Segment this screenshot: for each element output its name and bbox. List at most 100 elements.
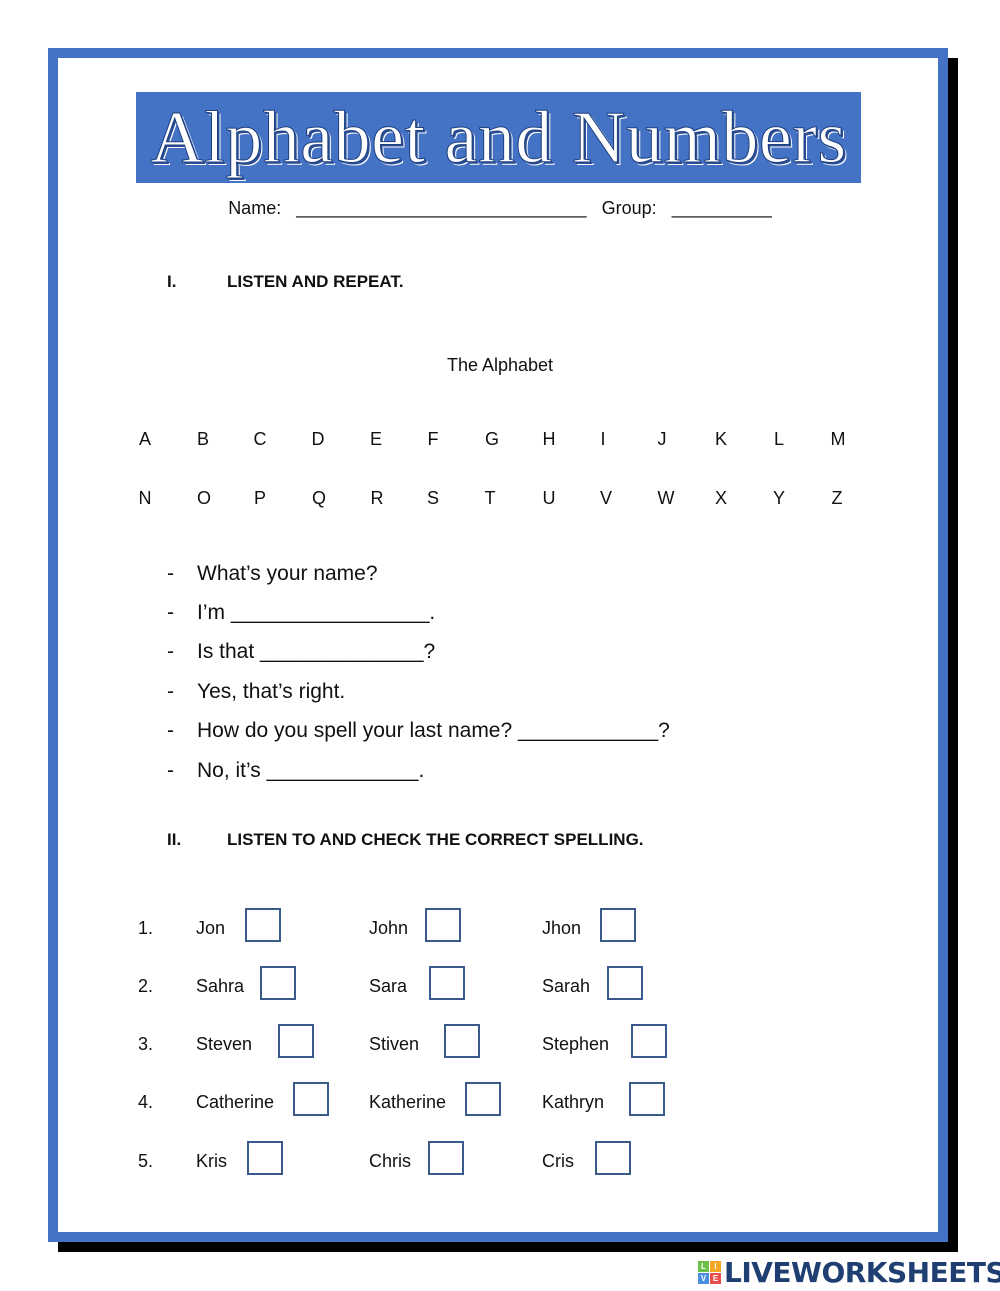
spelling-checkbox[interactable] bbox=[260, 966, 296, 1000]
alphabet-letter: O bbox=[196, 488, 212, 508]
section-2-heading: II. LISTEN TO AND CHECK THE CORRECT SPELL… bbox=[167, 830, 644, 850]
item-number: 1. bbox=[138, 918, 154, 938]
alphabet-letter: C bbox=[253, 429, 267, 449]
section-2-number: II. bbox=[167, 830, 182, 849]
spelling-checkbox[interactable] bbox=[428, 1141, 464, 1175]
alphabet-letter: U bbox=[542, 488, 556, 508]
spelling-option-label: John bbox=[369, 918, 409, 938]
alphabet-letter: K bbox=[714, 429, 728, 449]
spelling-option-label: Kris bbox=[196, 1151, 227, 1171]
spelling-checkbox[interactable] bbox=[444, 1024, 480, 1058]
dialog-text: Yes, that’s right. bbox=[197, 679, 346, 703]
dialog-line: - What’s your name? bbox=[167, 554, 670, 593]
name-label: Name: bbox=[228, 198, 282, 218]
spelling-option-label: Katherine bbox=[369, 1092, 447, 1112]
item-number: 2. bbox=[138, 976, 154, 996]
alphabet-letter: L bbox=[773, 429, 785, 449]
spelling-checkbox[interactable] bbox=[247, 1141, 283, 1175]
spelling-option-label: Sarah bbox=[542, 976, 591, 996]
dialog-line: - Is that ______________? bbox=[167, 633, 670, 672]
alphabet-letter: T bbox=[484, 488, 496, 508]
dialog-line: - I’m _________________. bbox=[167, 593, 670, 632]
spelling-item: 4. Catherine Katherine Kathryn bbox=[0, 1082, 1000, 1128]
logo-icon-tile: L bbox=[698, 1261, 709, 1272]
alphabet-letter: F bbox=[427, 429, 439, 449]
logo-icon-tile: I bbox=[710, 1261, 721, 1272]
alphabet-letter: V bbox=[599, 488, 613, 508]
alphabet-letter: G bbox=[484, 429, 500, 449]
dialog-line: - How do you spell your last name? ______… bbox=[167, 712, 670, 751]
bullet-dash: - bbox=[167, 679, 174, 703]
alphabet-letter: R bbox=[370, 488, 384, 508]
spelling-checkbox[interactable] bbox=[607, 966, 643, 1000]
spelling-checkbox[interactable] bbox=[278, 1024, 314, 1058]
title-banner: Alphabet and Numbers bbox=[136, 92, 861, 183]
spelling-checkbox[interactable] bbox=[600, 908, 636, 942]
spelling-item: 1. Jon John Jhon bbox=[0, 908, 1000, 954]
alphabet-letter: N bbox=[138, 488, 152, 508]
spelling-item: 2. Sahra Sara Sarah bbox=[0, 966, 1000, 1012]
alphabet-letter: J bbox=[657, 429, 667, 449]
bullet-dash: - bbox=[167, 640, 174, 664]
dialog-line: - No, it’s _____________. bbox=[167, 751, 670, 790]
liveworksheets-logo: LIVE LIVEWORKSHEETS bbox=[698, 1256, 1000, 1289]
spelling-checkbox[interactable] bbox=[629, 1082, 665, 1116]
spelling-checkbox[interactable] bbox=[465, 1082, 501, 1116]
group-field[interactable]: __________ bbox=[672, 198, 772, 218]
section-1-number: I. bbox=[167, 272, 177, 291]
alphabet-letter: E bbox=[369, 429, 383, 449]
spelling-item: 3. Steven Stiven Stephen bbox=[0, 1024, 1000, 1070]
group-label: Group: bbox=[601, 198, 657, 218]
alphabet-letter: B bbox=[196, 429, 210, 449]
spelling-checkbox[interactable] bbox=[631, 1024, 667, 1058]
name-field[interactable]: _____________________________ bbox=[296, 198, 586, 218]
bullet-dash: - bbox=[167, 758, 174, 782]
alphabet-letter: A bbox=[138, 429, 152, 449]
bullet-dash: - bbox=[167, 601, 174, 625]
alphabet-letter: Y bbox=[772, 488, 786, 508]
bullet-dash: - bbox=[167, 719, 174, 743]
spelling-checkbox[interactable] bbox=[425, 908, 461, 942]
page-title: Alphabet and Numbers bbox=[150, 96, 847, 179]
logo-icon-tile: E bbox=[710, 1273, 721, 1284]
section-1-heading: I. LISTEN AND REPEAT. bbox=[167, 272, 404, 292]
spelling-option-label: Jhon bbox=[542, 918, 582, 938]
live-icon: LIVE bbox=[698, 1261, 721, 1284]
dialog-line: - Yes, that’s right. bbox=[167, 672, 670, 711]
bullet-dash: - bbox=[167, 561, 174, 585]
spelling-item: 5. Kris Chris Cris bbox=[0, 1141, 1000, 1187]
dialog-text: How do you spell your last name? _______… bbox=[197, 719, 670, 743]
dialog-text: I’m _________________. bbox=[197, 601, 436, 625]
spelling-option-label: Chris bbox=[369, 1151, 412, 1171]
alphabet-letter: M bbox=[830, 429, 846, 449]
spelling-option-label: Jon bbox=[196, 918, 226, 938]
spelling-option-label: Sahra bbox=[196, 976, 245, 996]
alphabet-letter: H bbox=[542, 429, 556, 449]
alphabet-letter: Q bbox=[311, 488, 327, 508]
spelling-option-label: Stiven bbox=[369, 1034, 420, 1054]
spelling-checkbox[interactable] bbox=[429, 966, 465, 1000]
dialog-text: What’s your name? bbox=[197, 561, 378, 585]
spelling-checkbox[interactable] bbox=[245, 908, 281, 942]
spelling-option-label: Cris bbox=[542, 1151, 574, 1171]
section-2-title: LISTEN TO AND CHECK THE CORRECT SPELLING… bbox=[227, 830, 644, 849]
item-number: 5. bbox=[138, 1151, 154, 1171]
alphabet-letter: X bbox=[714, 488, 728, 508]
logo-text: LIVEWORKSHEETS bbox=[724, 1256, 1000, 1289]
spelling-checkbox[interactable] bbox=[595, 1141, 631, 1175]
dialog-text: Is that ______________? bbox=[197, 640, 436, 664]
name-group-line: Name: _____________________________ Grou… bbox=[0, 198, 1000, 219]
logo-icon-tile: V bbox=[698, 1273, 709, 1284]
section-1-title: LISTEN AND REPEAT. bbox=[227, 272, 404, 291]
dialog-text: No, it’s _____________. bbox=[197, 758, 425, 782]
alphabet-letter: D bbox=[311, 429, 325, 449]
spelling-option-label: Sara bbox=[369, 976, 408, 996]
alphabet-letter: P bbox=[253, 488, 267, 508]
spelling-option-label: Catherine bbox=[196, 1092, 275, 1112]
dialog-list: - What’s your name? - I’m _________________… bbox=[167, 554, 670, 790]
item-number: 4. bbox=[138, 1092, 154, 1112]
item-number: 3. bbox=[138, 1034, 154, 1054]
spelling-checkbox[interactable] bbox=[293, 1082, 329, 1116]
alphabet-letter: S bbox=[426, 488, 440, 508]
spelling-option-label: Stephen bbox=[542, 1034, 610, 1054]
